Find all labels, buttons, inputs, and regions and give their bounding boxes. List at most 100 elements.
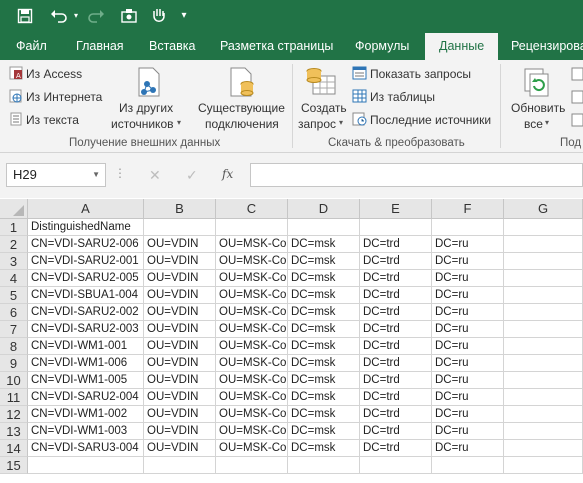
from-table-button[interactable]: Из таблицы	[370, 90, 435, 104]
cell-f6[interactable]: DC=ru	[432, 304, 504, 321]
cell-d4[interactable]: DC=msk	[288, 270, 360, 287]
cell-a2[interactable]: CN=VDI-SARU2-006	[28, 236, 144, 253]
cell-b8[interactable]: OU=VDIN	[144, 338, 216, 355]
cell-g1[interactable]	[504, 219, 583, 236]
row-header[interactable]: 9	[0, 355, 28, 372]
cell-a15[interactable]	[28, 457, 144, 474]
cancel-icon[interactable]: ✕	[149, 167, 161, 184]
tab-home[interactable]: Главная	[76, 33, 124, 60]
cell-b11[interactable]: OU=VDIN	[144, 389, 216, 406]
row-header[interactable]: 10	[0, 372, 28, 389]
cell-e3[interactable]: DC=trd	[360, 253, 432, 270]
tab-page-layout[interactable]: Разметка страницы	[220, 33, 333, 60]
cell-c14[interactable]: OU=MSK-Cor	[216, 440, 288, 457]
cell-e2[interactable]: DC=trd	[360, 236, 432, 253]
cell-c15[interactable]	[216, 457, 288, 474]
cell-d3[interactable]: DC=msk	[288, 253, 360, 270]
tab-review[interactable]: Рецензирова	[511, 33, 583, 60]
properties-icon[interactable]	[571, 90, 583, 107]
cell-b12[interactable]: OU=VDIN	[144, 406, 216, 423]
cell-f12[interactable]: DC=ru	[432, 406, 504, 423]
tab-data[interactable]: Данные	[425, 33, 499, 60]
cell-c13[interactable]: OU=MSK-Cor	[216, 423, 288, 440]
cell-e9[interactable]: DC=trd	[360, 355, 432, 372]
cell-a12[interactable]: CN=VDI-WM1-002	[28, 406, 144, 423]
cell-b1[interactable]	[144, 219, 216, 236]
cell-a1[interactable]: DistinguishedName	[28, 219, 144, 236]
show-queries-button[interactable]: Показать запросы	[370, 67, 471, 81]
row-header[interactable]: 7	[0, 321, 28, 338]
cell-e4[interactable]: DC=trd	[360, 270, 432, 287]
cell-b10[interactable]: OU=VDIN	[144, 372, 216, 389]
cell-d15[interactable]	[288, 457, 360, 474]
column-header-a[interactable]: A	[28, 199, 144, 219]
cell-e5[interactable]: DC=trd	[360, 287, 432, 304]
cell-b3[interactable]: OU=VDIN	[144, 253, 216, 270]
customize-toolbar-icon[interactable]: ▾	[178, 5, 190, 27]
cell-g12[interactable]	[504, 406, 583, 423]
cell-b2[interactable]: OU=VDIN	[144, 236, 216, 253]
tab-insert[interactable]: Вставка	[149, 33, 195, 60]
cell-f10[interactable]: DC=ru	[432, 372, 504, 389]
cell-e1[interactable]	[360, 219, 432, 236]
column-header-d[interactable]: D	[288, 199, 360, 219]
row-header[interactable]: 5	[0, 287, 28, 304]
cell-d8[interactable]: DC=msk	[288, 338, 360, 355]
redo-icon[interactable]	[84, 5, 108, 27]
cell-d2[interactable]: DC=msk	[288, 236, 360, 253]
cell-f11[interactable]: DC=ru	[432, 389, 504, 406]
cell-c8[interactable]: OU=MSK-Cor	[216, 338, 288, 355]
cell-f5[interactable]: DC=ru	[432, 287, 504, 304]
row-header[interactable]: 6	[0, 304, 28, 321]
cell-f4[interactable]: DC=ru	[432, 270, 504, 287]
cell-f9[interactable]: DC=ru	[432, 355, 504, 372]
cell-d11[interactable]: DC=msk	[288, 389, 360, 406]
cell-d1[interactable]	[288, 219, 360, 236]
cell-b7[interactable]: OU=VDIN	[144, 321, 216, 338]
formula-input[interactable]	[250, 163, 583, 187]
cell-a9[interactable]: CN=VDI-WM1-006	[28, 355, 144, 372]
cell-g8[interactable]	[504, 338, 583, 355]
cell-a4[interactable]: CN=VDI-SARU2-005	[28, 270, 144, 287]
cell-b15[interactable]	[144, 457, 216, 474]
cell-f8[interactable]: DC=ru	[432, 338, 504, 355]
cell-g9[interactable]	[504, 355, 583, 372]
cell-a11[interactable]: CN=VDI-SARU2-004	[28, 389, 144, 406]
cell-d13[interactable]: DC=msk	[288, 423, 360, 440]
undo-dropdown-icon[interactable]: ▾	[72, 5, 80, 27]
cell-a8[interactable]: CN=VDI-WM1-001	[28, 338, 144, 355]
cell-c6[interactable]: OU=MSK-Cor	[216, 304, 288, 321]
cell-a7[interactable]: CN=VDI-SARU2-003	[28, 321, 144, 338]
row-header[interactable]: 3	[0, 253, 28, 270]
cell-e7[interactable]: DC=trd	[360, 321, 432, 338]
cell-b13[interactable]: OU=VDIN	[144, 423, 216, 440]
row-header[interactable]: 14	[0, 440, 28, 457]
cell-a5[interactable]: CN=VDI-SBUA1-004	[28, 287, 144, 304]
cell-c4[interactable]: OU=MSK-Cor	[216, 270, 288, 287]
cell-a10[interactable]: CN=VDI-WM1-005	[28, 372, 144, 389]
row-header[interactable]: 4	[0, 270, 28, 287]
cell-f1[interactable]	[432, 219, 504, 236]
cell-d7[interactable]: DC=msk	[288, 321, 360, 338]
touch-mode-icon[interactable]	[118, 5, 140, 27]
enter-icon[interactable]: ✓	[186, 167, 198, 184]
cell-g6[interactable]	[504, 304, 583, 321]
cell-c3[interactable]: OU=MSK-Cor	[216, 253, 288, 270]
from-text-button[interactable]: Из текста	[26, 113, 79, 127]
cell-d14[interactable]: DC=msk	[288, 440, 360, 457]
tab-formulas[interactable]: Формулы	[355, 33, 409, 60]
cell-c2[interactable]: OU=MSK-Cor	[216, 236, 288, 253]
cell-b5[interactable]: OU=VDIN	[144, 287, 216, 304]
cell-e13[interactable]: DC=trd	[360, 423, 432, 440]
row-header[interactable]: 1	[0, 219, 28, 236]
column-header-c[interactable]: C	[216, 199, 288, 219]
cell-d12[interactable]: DC=msk	[288, 406, 360, 423]
cell-e14[interactable]: DC=trd	[360, 440, 432, 457]
cell-f15[interactable]	[432, 457, 504, 474]
cell-e12[interactable]: DC=trd	[360, 406, 432, 423]
insert-function-icon[interactable]: fx	[222, 167, 233, 181]
cell-a13[interactable]: CN=VDI-WM1-003	[28, 423, 144, 440]
row-header[interactable]: 13	[0, 423, 28, 440]
cell-g13[interactable]	[504, 423, 583, 440]
cell-d5[interactable]: DC=msk	[288, 287, 360, 304]
